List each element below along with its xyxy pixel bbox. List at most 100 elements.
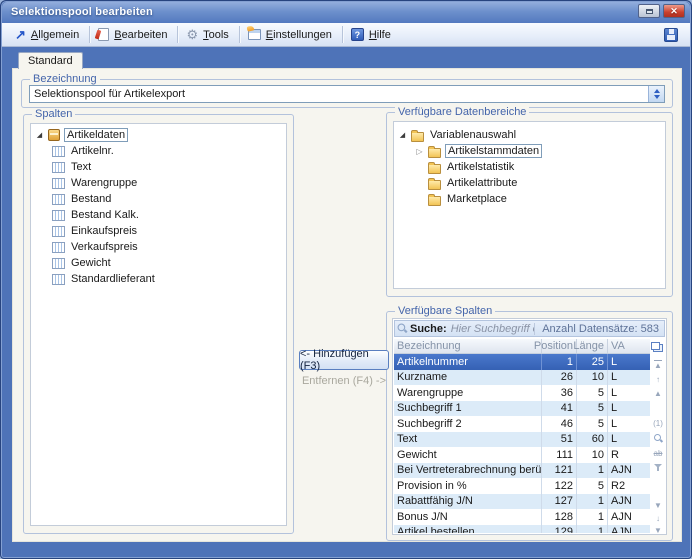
table-cell: L	[608, 416, 653, 432]
groupbox-bezeichnung-label: Bezeichnung	[30, 73, 100, 85]
spin-down-icon	[654, 95, 660, 99]
scroll-up-icon[interactable]: ▲	[650, 387, 666, 400]
column-chooser-icon[interactable]	[650, 341, 666, 354]
groupbox-spalten-label: Spalten	[32, 108, 75, 120]
tree-item[interactable]: Bestand Kalk.	[35, 207, 284, 223]
table-row[interactable]: Bei Vertreterabrechnung berücksichtigen1…	[394, 463, 653, 479]
tree-item[interactable]: Artikelattribute	[398, 175, 663, 191]
grid-header[interactable]: BezeichnungPositionLängeVA	[394, 339, 653, 354]
tree-item[interactable]: Standardlieferant	[35, 271, 284, 287]
table-row[interactable]: Suchbegriff 1415L	[394, 401, 653, 417]
restore-button[interactable]	[638, 4, 660, 18]
tree-item[interactable]: Bestand	[35, 191, 284, 207]
table-column-icon	[52, 194, 65, 205]
toolbar-item-einstellungen[interactable]: Einstellungen	[243, 27, 339, 43]
tab-standard[interactable]: Standard	[18, 52, 83, 69]
table-cell: 1	[577, 525, 608, 534]
group-count-icon[interactable]: (1)	[650, 417, 666, 430]
table-cell: Warengruppe	[394, 385, 542, 401]
grid-header-cell[interactable]: Bezeichnung	[394, 339, 542, 353]
tree-item-label: Text	[69, 161, 93, 173]
table-cell: 5	[577, 401, 608, 417]
hinzufuegen-button[interactable]: <- Hinzufügen (F3)	[299, 350, 389, 370]
table-row[interactable]: Warengruppe365L	[394, 385, 653, 401]
record-count-label: Anzahl Datensätze:	[542, 323, 637, 335]
search-bar[interactable]: Suche: Hier Suchbegriff einge Anzahl Dat…	[394, 320, 665, 337]
search-input[interactable]: Hier Suchbegriff einge	[451, 323, 535, 335]
tree-item[interactable]: Marketplace	[398, 191, 663, 207]
table-row[interactable]: Gewicht11110R	[394, 447, 653, 463]
expanded-triangle-icon[interactable]: ◢	[398, 131, 407, 139]
tree-item[interactable]: Gewicht	[35, 255, 284, 271]
tree-item[interactable]: ▷Artikelstammdaten	[398, 143, 663, 159]
table-row[interactable]: Bonus J/N1281AJN	[394, 509, 653, 525]
table-cell: 129	[542, 525, 577, 534]
toolbar-item-tools[interactable]: ⚙Tools	[181, 26, 235, 43]
tree-item-label: Variablenauswahl	[428, 129, 518, 141]
move-down-icon[interactable]: ↓	[650, 512, 666, 525]
tree-item-root[interactable]: ◢Artikeldaten	[35, 127, 284, 143]
table-cell: Kurzname	[394, 370, 542, 386]
table-row[interactable]: Suchbegriff 2465L	[394, 416, 653, 432]
toolbar-item-bearbeiten[interactable]: Bearbeiten	[93, 26, 174, 43]
table-cell: 46	[542, 416, 577, 432]
tree-item[interactable]: Artikelstatistik	[398, 159, 663, 175]
tree-item[interactable]: Warengruppe	[35, 175, 284, 191]
move-to-bottom-icon[interactable]: ▼	[650, 525, 666, 535]
grid-header-cell[interactable]: Länge	[577, 339, 608, 353]
table-row[interactable]: Artikelnummer125L	[394, 354, 653, 370]
sort-icon[interactable]: ab	[650, 447, 666, 460]
archive-icon	[48, 129, 60, 141]
table-row[interactable]: Text5160L	[394, 432, 653, 448]
tree-item-root[interactable]: ◢ Variablenauswahl	[398, 127, 663, 143]
tree-item-label: Verkaufspreis	[69, 241, 140, 253]
tree-item[interactable]: Verkaufspreis	[35, 239, 284, 255]
table-cell: L	[608, 370, 653, 386]
toolbar-separator	[239, 26, 240, 43]
entfernen-button[interactable]: Entfernen (F4) ->	[299, 375, 389, 387]
table-cell: 5	[577, 385, 608, 401]
scroll-down-icon[interactable]: ▼	[650, 499, 666, 512]
table-cell: AJN	[608, 525, 653, 534]
close-button[interactable]: ✕	[663, 4, 685, 18]
table-cell: L	[608, 385, 653, 401]
tree-item-label: Marketplace	[445, 193, 509, 205]
toolbar-item-hilfe[interactable]: ?Hilfe	[346, 26, 398, 43]
folder-icon	[411, 132, 424, 142]
toolbar-separator	[342, 26, 343, 43]
table-row[interactable]: Kurzname2610L	[394, 370, 653, 386]
table-row[interactable]: Artikel bestellen1291AJN	[394, 525, 653, 534]
grid-header-cell[interactable]: Position	[542, 339, 577, 353]
table-column-icon	[52, 274, 65, 285]
grid-search-icon[interactable]	[650, 432, 666, 445]
table-cell: AJN	[608, 509, 653, 525]
table-row[interactable]: Rabattfähig J/N1271AJN	[394, 494, 653, 510]
move-to-top-icon[interactable]: ▲	[650, 359, 666, 372]
tree-item[interactable]: Artikelnr.	[35, 143, 284, 159]
save-icon[interactable]	[664, 28, 678, 42]
toolbar-item-label: Tools	[203, 29, 229, 41]
columns-grid: BezeichnungPositionLängeVA Artikelnummer…	[394, 339, 653, 533]
grid-header-cell[interactable]: VA	[608, 339, 653, 353]
tree-item[interactable]: Einkaufspreis	[35, 223, 284, 239]
bezeichnung-combobox[interactable]: Selektionspool für Artikelexport	[29, 85, 665, 103]
bezeichnung-value: Selektionspool für Artikelexport	[30, 88, 648, 100]
table-row[interactable]: Provision in %1225R2	[394, 478, 653, 494]
table-cell: L	[608, 432, 653, 448]
groupbox-bezeichnung: Bezeichnung Selektionspool für Artikelex…	[21, 79, 673, 108]
combobox-spinner-button[interactable]	[648, 86, 664, 102]
titlebar[interactable]: Selektionspool bearbeiten ✕	[2, 2, 690, 23]
expanded-triangle-icon[interactable]: ◢	[35, 131, 44, 139]
tree-item[interactable]: Text	[35, 159, 284, 175]
collapsed-triangle-icon[interactable]: ▷	[415, 147, 424, 156]
datenbereiche-tree-panel: ◢Variablenauswahl▷ArtikelstammdatenArtik…	[393, 121, 666, 289]
tree-item-label: Artikelattribute	[445, 177, 519, 189]
table-cell: L	[608, 401, 653, 417]
verfuegbare-spalten-panel: Suche: Hier Suchbegriff einge Anzahl Dat…	[392, 318, 667, 535]
filter-icon[interactable]	[650, 461, 666, 474]
table-column-icon	[52, 242, 65, 253]
record-count: Anzahl Datensätze: 583	[534, 323, 662, 335]
toolbar-item-allgemein[interactable]: ↗Allgemein	[10, 27, 86, 43]
move-up-icon[interactable]: ↑	[650, 373, 666, 386]
edit-document-icon	[98, 28, 109, 41]
